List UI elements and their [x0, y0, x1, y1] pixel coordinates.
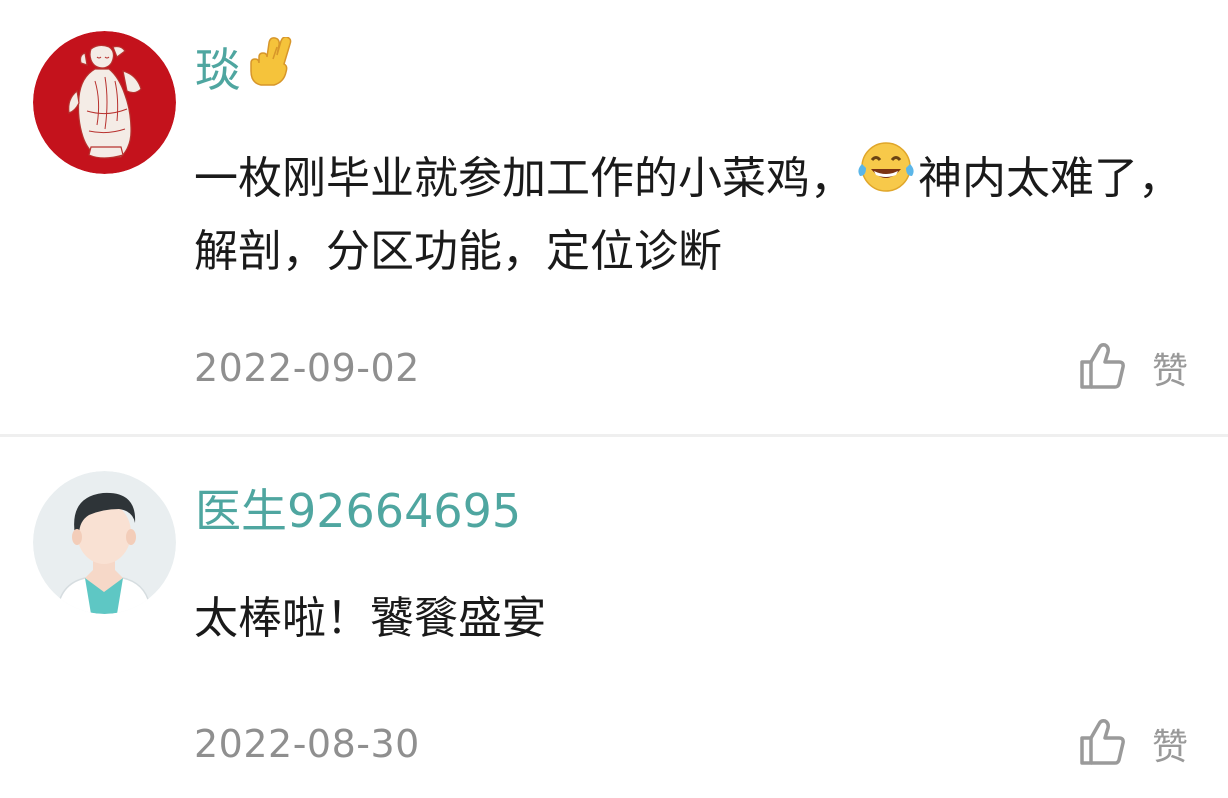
username[interactable]: 医生92664695: [195, 481, 521, 541]
comment-content: 一枚刚毕业就参加工作的小菜鸡， 神内太难了，解剖，分区功能，定位诊断: [194, 142, 1194, 286]
comment-date: 2022-08-30: [194, 722, 420, 766]
comment-list: 琰 一枚刚毕业就参加工作的小菜鸡， 神内太难了，解剖，分区功能，定位诊断 202…: [0, 0, 1228, 798]
like-button[interactable]: 赞: [1078, 716, 1188, 772]
like-label: 赞: [1152, 727, 1189, 768]
like-button[interactable]: 赞: [1078, 340, 1188, 396]
figure-avatar-icon: [33, 31, 176, 174]
doctor-avatar-icon: [33, 471, 176, 614]
thumbs-up-icon: [1078, 717, 1128, 771]
laughing-tears-icon: [856, 140, 916, 214]
avatar[interactable]: [33, 31, 176, 174]
crossed-fingers-icon: [247, 35, 293, 103]
comment-date: 2022-09-02: [194, 346, 420, 390]
comment-item: 医生92664695 太棒啦！饕餮盛宴 2022-08-30 赞: [0, 437, 1228, 798]
like-label: 赞: [1152, 351, 1189, 392]
comment-item: 琰 一枚刚毕业就参加工作的小菜鸡， 神内太难了，解剖，分区功能，定位诊断 202…: [0, 0, 1228, 436]
username-text: 琰: [195, 43, 241, 97]
avatar[interactable]: [33, 471, 176, 614]
comment-text-part-1: 一枚刚毕业就参加工作的小菜鸡，: [194, 153, 854, 204]
username[interactable]: 琰: [195, 35, 293, 107]
thumbs-up-icon: [1078, 341, 1128, 395]
comment-content: 太棒啦！饕餮盛宴: [194, 593, 546, 644]
